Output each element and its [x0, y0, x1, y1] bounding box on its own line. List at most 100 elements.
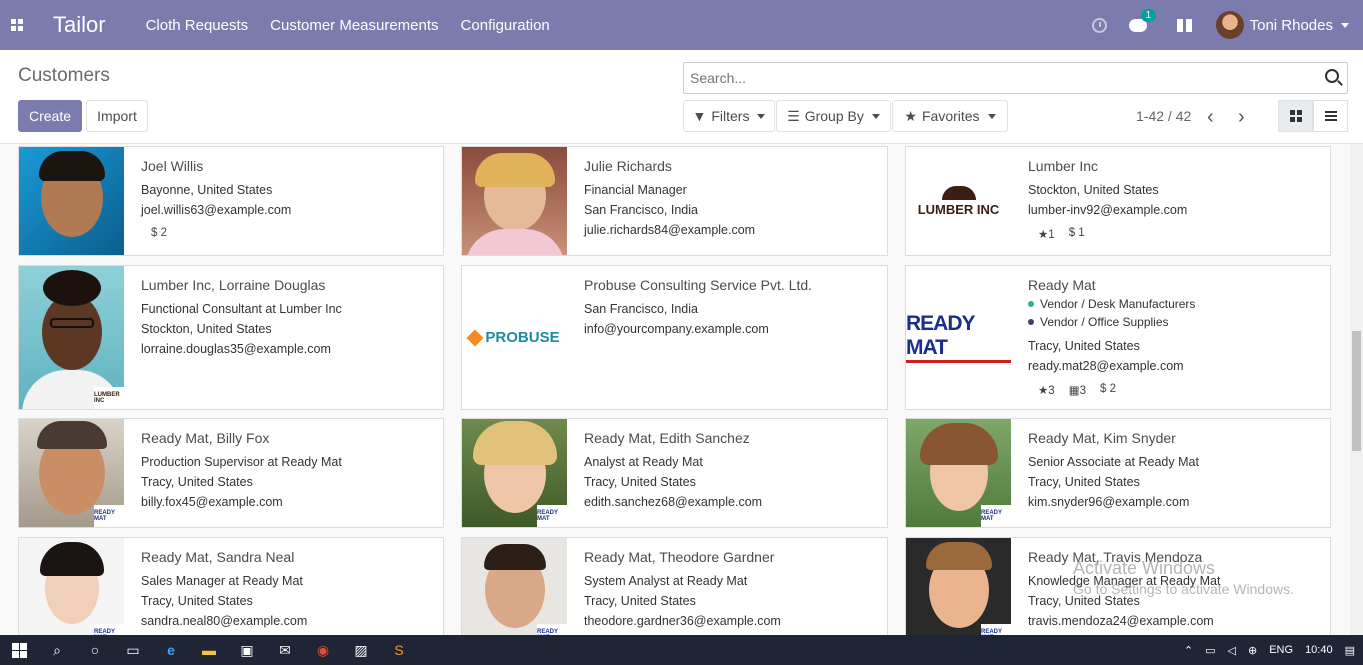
customer-photo: READY MAT: [906, 538, 1011, 646]
battery-icon[interactable]: ▭: [1205, 644, 1215, 657]
customer-name: Julie Richards: [584, 158, 672, 174]
photos-icon[interactable]: ▨: [342, 635, 380, 665]
favorites-label: Favorites: [921, 108, 980, 124]
star-icon: ★: [904, 107, 917, 124]
search-input[interactable]: [690, 70, 1310, 86]
cortana-icon[interactable]: ○: [76, 635, 114, 665]
customer-photo: [462, 147, 567, 255]
group-by-label: Group By: [804, 108, 864, 124]
next-page-icon[interactable]: ›: [1238, 106, 1245, 129]
customer-card[interactable]: READY MAT Ready Mat, Edith Sanchez Analy…: [461, 418, 888, 528]
watermark-title: Activate Windows: [1073, 558, 1216, 578]
filters-button[interactable]: ▼ Filters: [683, 100, 775, 132]
lumber-logo-text: LUMBER INC: [917, 201, 1000, 217]
customer-job: Financial Manager: [584, 183, 687, 197]
customer-job: System Analyst at Ready Mat: [584, 574, 748, 588]
chevron-up-icon[interactable]: ⌃: [1184, 644, 1193, 657]
sales-count: $ 2: [1099, 383, 1116, 395]
apps-menu-icon[interactable]: [0, 0, 34, 50]
customer-card[interactable]: LUMBER INC Lumber Inc Stockton, United S…: [905, 146, 1331, 256]
customer-address: Tracy, United States: [584, 594, 696, 608]
menu-customer-measurements[interactable]: Customer Measurements: [270, 17, 438, 34]
customer-job: Production Supervisor at Ready Mat: [141, 455, 342, 469]
bars-icon: ☰: [787, 107, 800, 124]
messaging-icon[interactable]: 1: [1128, 8, 1157, 32]
menu-configuration[interactable]: Configuration: [461, 17, 550, 34]
volume-icon[interactable]: ◁: [1228, 644, 1236, 657]
page-title: Customers: [18, 65, 110, 86]
company-mini-logo: READY MAT: [94, 505, 124, 527]
mail-icon[interactable]: ✉: [266, 635, 304, 665]
company-logo: READY MAT: [906, 266, 1011, 409]
app-name[interactable]: Tailor: [53, 12, 106, 38]
vertical-scrollbar[interactable]: [1350, 144, 1363, 635]
customer-card[interactable]: Joel Willis Bayonne, United States joel.…: [18, 146, 444, 256]
saw-blade-icon: [941, 185, 976, 200]
watermark-subtitle: Go to Settings to activate Windows.: [1073, 581, 1294, 597]
customer-address: San Francisco, India: [584, 203, 698, 217]
filter-icon: ▼: [692, 108, 707, 124]
task-view-icon[interactable]: ▭: [114, 635, 152, 665]
customer-card[interactable]: READY MAT Ready Mat, Theodore Gardner Sy…: [461, 537, 888, 647]
customer-job: Sales Manager at Ready Mat: [141, 574, 303, 588]
windows-start-icon[interactable]: [0, 635, 38, 665]
customer-job: Analyst at Ready Mat: [584, 455, 703, 469]
previous-page-icon[interactable]: ‹: [1207, 106, 1214, 129]
network-icon[interactable]: ⊕: [1248, 644, 1257, 657]
edge-browser-icon[interactable]: e: [152, 635, 190, 665]
sales-count: $ 2: [151, 227, 167, 239]
menu-cloth-requests[interactable]: Cloth Requests: [146, 17, 249, 34]
group-by-button[interactable]: ☰ Group By: [776, 100, 891, 132]
company-mini-logo: READY MAT: [981, 505, 1011, 527]
customer-photo: READY MAT: [462, 538, 567, 646]
category-tag: Vendor / Office Supplies: [1028, 315, 1322, 329]
customer-card[interactable]: READY MAT Ready Mat, Billy Fox Productio…: [18, 418, 444, 528]
search-icon[interactable]: [1325, 69, 1339, 83]
customer-address: Bayonne, United States: [141, 183, 273, 197]
scrollbar-thumb[interactable]: [1352, 331, 1361, 451]
search-icon[interactable]: ⌕: [38, 635, 76, 665]
sublime-icon[interactable]: S: [380, 635, 418, 665]
customer-job: Functional Consultant at Lumber Inc: [141, 302, 342, 316]
chevron-down-icon: [987, 113, 996, 119]
create-button[interactable]: Create: [18, 100, 82, 132]
language-indicator[interactable]: ENG: [1269, 644, 1293, 656]
search-bar: [683, 62, 1348, 94]
customer-card[interactable]: READY MAT Ready Mat Vendor / Desk Manufa…: [905, 265, 1331, 410]
customer-name: Lumber Inc, Lorraine Douglas: [141, 277, 326, 293]
store-icon[interactable]: ▣: [228, 635, 266, 665]
category-tag: Vendor / Desk Manufacturers: [1028, 297, 1322, 311]
company-mini-logo: LUMBER INC: [94, 387, 124, 409]
customer-email: theodore.gardner36@example.com: [584, 614, 781, 628]
customer-card[interactable]: Julie Richards Financial Manager San Fra…: [461, 146, 888, 256]
import-button[interactable]: Import: [86, 100, 148, 132]
user-menu[interactable]: Toni Rhodes: [1215, 11, 1349, 39]
notifications-icon[interactable]: ▤: [1345, 644, 1355, 657]
chrome-icon[interactable]: ◉: [304, 635, 342, 665]
chevron-down-icon: [757, 113, 766, 119]
customer-card[interactable]: PROBUSE Probuse Consulting Service Pvt. …: [461, 265, 888, 410]
chevron-down-icon: [871, 113, 880, 119]
opportunities-count: ★1: [1038, 229, 1055, 241]
clock-time[interactable]: 10:40: [1305, 644, 1333, 656]
company-mini-logo: READY MAT: [537, 505, 567, 527]
customer-card[interactable]: READY MAT Ready Mat, Kim Snyder Senior A…: [905, 418, 1331, 528]
favorites-button[interactable]: ★ Favorites: [892, 100, 1008, 132]
customer-name: Ready Mat, Billy Fox: [141, 430, 270, 446]
customer-card[interactable]: READY MAT Ready Mat, Sandra Neal Sales M…: [18, 537, 444, 647]
customer-name: Lumber Inc: [1028, 158, 1099, 174]
activity-clock-icon[interactable]: [1091, 17, 1107, 33]
kanban-view-button[interactable]: [1278, 100, 1313, 132]
user-avatar: [1215, 11, 1244, 39]
sales-count: $ 1: [1068, 227, 1085, 239]
list-view-button[interactable]: [1313, 100, 1348, 132]
filters-label: Filters: [711, 108, 750, 124]
tag-label: Vendor / Desk Manufacturers: [1040, 297, 1196, 311]
customer-name: Joel Willis: [141, 158, 204, 174]
customer-card[interactable]: LUMBER INC Lumber Inc, Lorraine Douglas …: [18, 265, 444, 410]
customer-address: Tracy, United States: [141, 475, 253, 489]
file-explorer-icon[interactable]: ▬: [190, 635, 228, 665]
gift-icon[interactable]: [1176, 18, 1192, 32]
pager-value[interactable]: 1-42 / 42: [1136, 108, 1191, 124]
meetings-count: ▦3: [1068, 385, 1086, 397]
